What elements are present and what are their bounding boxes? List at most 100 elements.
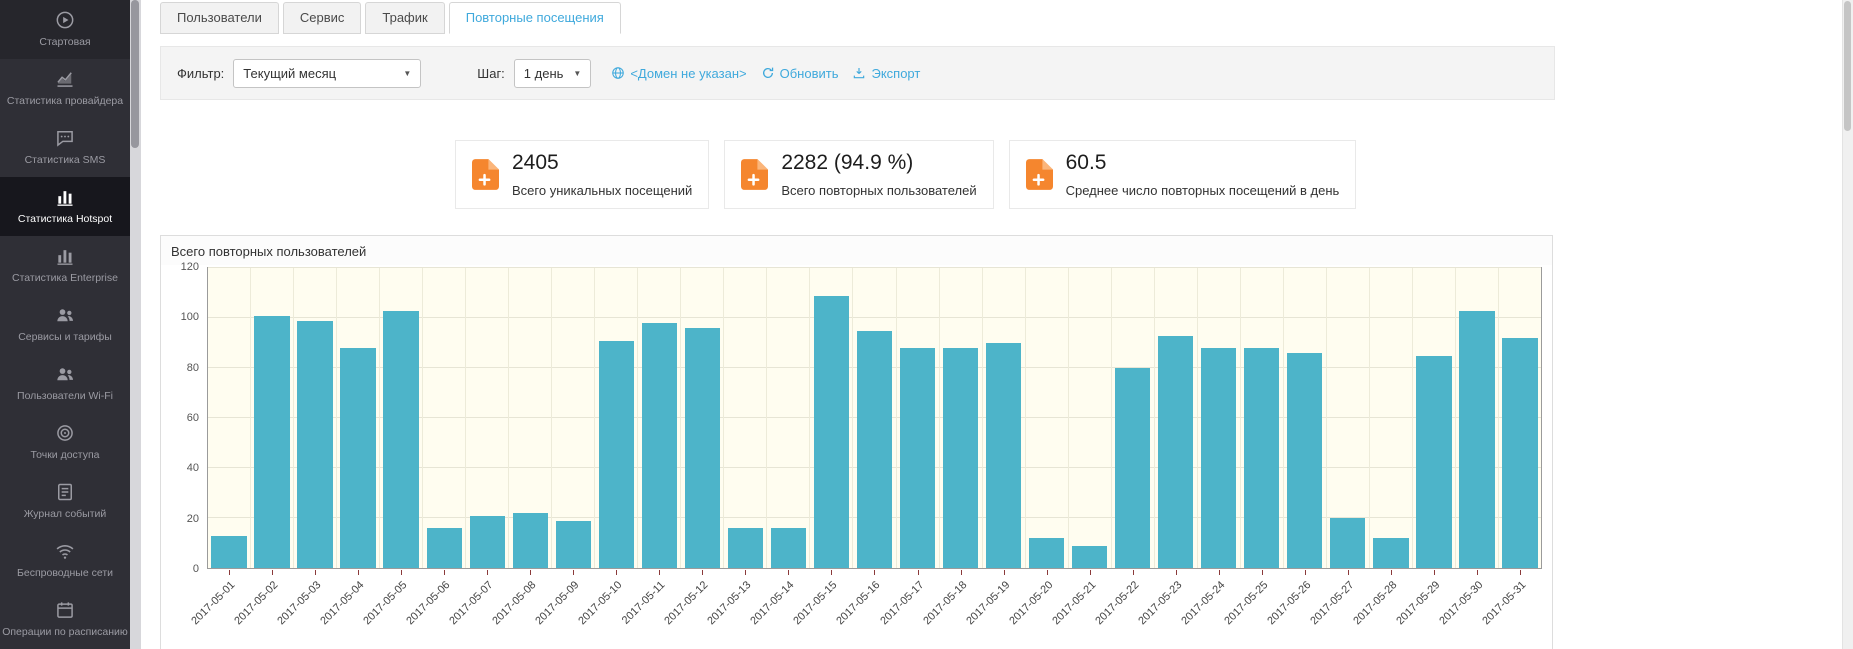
- bar[interactable]: [297, 321, 332, 569]
- bar[interactable]: [1373, 538, 1408, 568]
- bar[interactable]: [513, 513, 548, 568]
- sidebar-item-hotspot-stats[interactable]: Статистика Hotspot: [0, 177, 130, 236]
- stat-caption: Среднее число повторных посещений в день: [1066, 183, 1340, 198]
- bar-cell: [638, 268, 681, 568]
- bar-cell: [983, 268, 1026, 568]
- bar-cell: [1155, 268, 1198, 568]
- sidebar-scrollbar[interactable]: [130, 0, 141, 649]
- sidebar-item-services-tariffs[interactable]: Сервисы и тарифы: [0, 295, 130, 354]
- toolbar-link-refresh[interactable]: Обновить: [761, 66, 839, 81]
- sidebar-item-provider-stats[interactable]: Статистика провайдера: [0, 59, 130, 118]
- sidebar-item-wireless-networks[interactable]: Беспроводные сети: [0, 531, 130, 590]
- bar[interactable]: [599, 341, 634, 569]
- sidebar-item-enterprise-stats[interactable]: Статистика Enterprise: [0, 236, 130, 295]
- bar[interactable]: [1244, 348, 1279, 568]
- bar-cell: [767, 268, 810, 568]
- bar[interactable]: [556, 521, 591, 569]
- sidebar-item-label: Статистика SMS: [25, 154, 106, 166]
- sidebar-item-label: Операции по расписанию: [2, 626, 128, 638]
- bar-cell: [1198, 268, 1241, 568]
- bar[interactable]: [685, 328, 720, 568]
- bar[interactable]: [211, 536, 246, 569]
- bar[interactable]: [1416, 356, 1451, 569]
- bar[interactable]: [771, 528, 806, 568]
- x-axis-tick: [874, 570, 875, 575]
- sidebar-item-sms-stats[interactable]: Статистика SMS: [0, 118, 130, 177]
- sidebar-item-wifi-users[interactable]: Пользователи Wi-Fi: [0, 354, 130, 413]
- bar[interactable]: [1201, 348, 1236, 568]
- bar-cell: [1241, 268, 1284, 568]
- toolbar-link-export[interactable]: Экспорт: [852, 66, 920, 81]
- bar[interactable]: [1502, 338, 1537, 568]
- bar[interactable]: [728, 528, 763, 568]
- sidebar-item-label: Сервисы и тарифы: [18, 331, 112, 343]
- bar-cell: [1456, 268, 1499, 568]
- bar-cell: [595, 268, 638, 568]
- chart-widget: Всего повторных пользователей 0204060801…: [160, 235, 1553, 649]
- bar[interactable]: [1029, 538, 1064, 568]
- x-axis-tick: [530, 570, 531, 575]
- bar[interactable]: [1158, 336, 1193, 569]
- y-axis-tick-label: 20: [187, 513, 199, 525]
- bar[interactable]: [1115, 368, 1150, 568]
- sidebar-item-label: Статистика провайдера: [7, 95, 123, 107]
- x-axis-tick: [702, 570, 703, 575]
- plot-area: [207, 267, 1542, 569]
- bar-cell: [509, 268, 552, 568]
- stat-card-text: 60.5Среднее число повторных посещений в …: [1066, 151, 1340, 198]
- bar[interactable]: [943, 348, 978, 568]
- file-plus-icon: [741, 159, 768, 190]
- sidebar-scrollbar-thumb[interactable]: [131, 0, 139, 148]
- sidebar-item-start[interactable]: Стартовая: [0, 0, 130, 59]
- filter-period-select[interactable]: Текущий месяц ▼: [233, 59, 421, 88]
- sidebar-item-access-points[interactable]: Точки доступа: [0, 413, 130, 472]
- bar[interactable]: [1287, 353, 1322, 568]
- filter-label: Фильтр:: [177, 66, 224, 81]
- bar-cell: [897, 268, 940, 568]
- bar-cell: [724, 268, 767, 568]
- bar[interactable]: [900, 348, 935, 568]
- bar[interactable]: [1330, 518, 1365, 568]
- sidebar-item-scheduled-operations[interactable]: Операции по расписанию: [0, 590, 130, 649]
- bar[interactable]: [1072, 546, 1107, 569]
- tab-repeat-visits[interactable]: Повторные посещения: [449, 2, 621, 34]
- x-axis-tick: [358, 570, 359, 575]
- tab-traffic[interactable]: Трафик: [365, 2, 444, 34]
- bar[interactable]: [1459, 311, 1494, 569]
- tab-users[interactable]: Пользователи: [160, 2, 279, 34]
- tab-service[interactable]: Сервис: [283, 2, 362, 34]
- sidebar-item-event-log[interactable]: Журнал событий: [0, 472, 130, 531]
- step-value: 1 день: [524, 66, 564, 81]
- bar-cell: [1026, 268, 1069, 568]
- bar-cell: [1327, 268, 1370, 568]
- bar[interactable]: [857, 331, 892, 569]
- bar[interactable]: [340, 348, 375, 568]
- x-axis-tick: [1004, 570, 1005, 575]
- y-axis-tick-label: 40: [187, 462, 199, 474]
- x-axis-tick: [229, 570, 230, 575]
- play-icon: [55, 10, 75, 30]
- y-axis-tick-label: 0: [193, 563, 199, 575]
- vertical-scrollbar[interactable]: [1842, 0, 1853, 649]
- filter-toolbar: Фильтр: Текущий месяц ▼ Шаг: 1 день ▼ <Д…: [160, 46, 1555, 100]
- x-axis-tick: [1262, 570, 1263, 575]
- toolbar-link-domain[interactable]: <Домен не указан>: [611, 66, 746, 81]
- bar[interactable]: [254, 316, 289, 569]
- bar-cell: [1499, 268, 1541, 568]
- bar[interactable]: [470, 516, 505, 569]
- x-axis-tick: [1090, 570, 1091, 575]
- vertical-scrollbar-thumb[interactable]: [1844, 1, 1851, 131]
- bar[interactable]: [642, 323, 677, 568]
- bar-cell: [294, 268, 337, 568]
- bar[interactable]: [427, 528, 462, 568]
- x-axis-tick: [1133, 570, 1134, 575]
- x-axis-tick: [1219, 570, 1220, 575]
- users-icon: [55, 305, 75, 325]
- stat-caption: Всего уникальных посещений: [512, 183, 692, 198]
- bar[interactable]: [814, 296, 849, 569]
- step-select[interactable]: 1 день ▼: [514, 59, 592, 88]
- toolbar-links: <Домен не указан> Обновить Экспорт: [597, 66, 920, 81]
- bar[interactable]: [986, 343, 1021, 568]
- bar[interactable]: [383, 311, 418, 569]
- bar-cell: [552, 268, 595, 568]
